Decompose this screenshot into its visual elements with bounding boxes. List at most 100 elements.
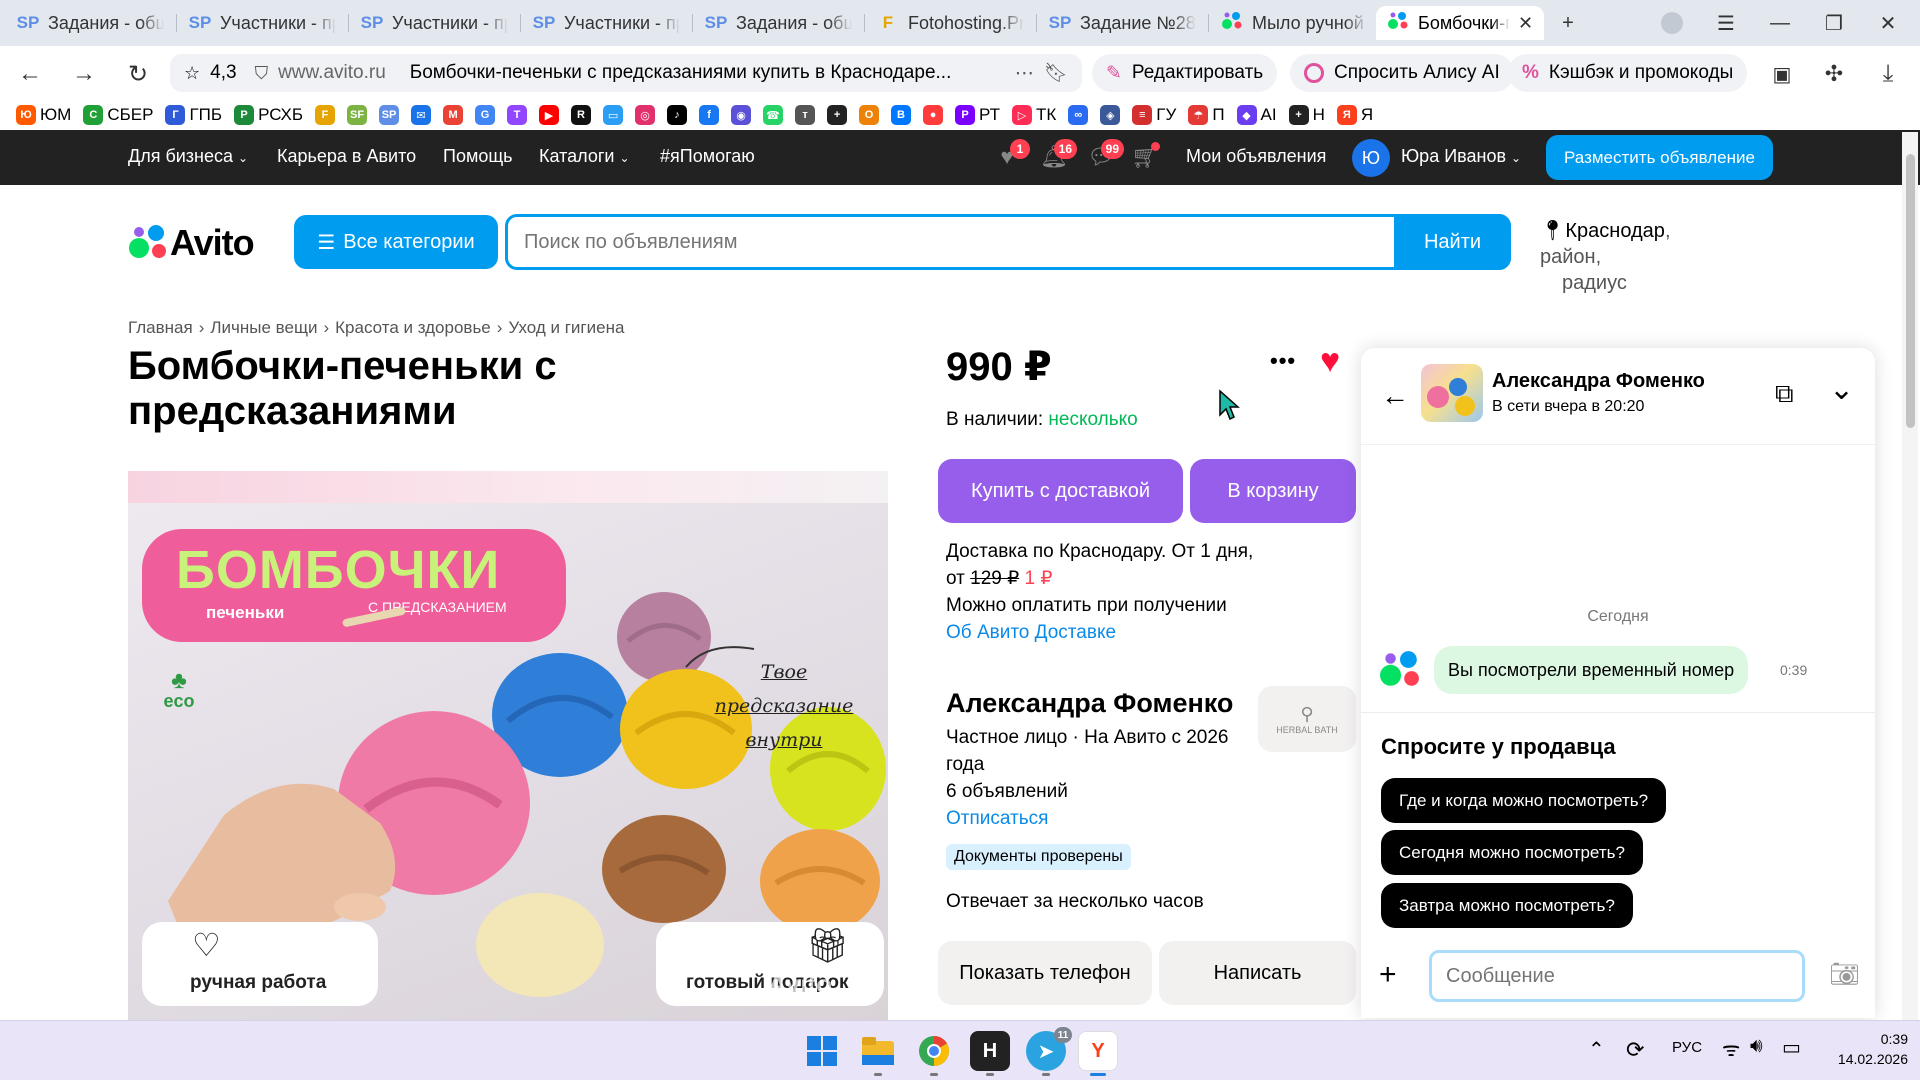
sync-icon[interactable]: ⟳ [1626, 1037, 1644, 1063]
nav-help[interactable]: Помощь [443, 146, 513, 167]
quick-question-button[interactable]: Сегодня можно посмотреть? [1381, 830, 1643, 875]
browser-tab[interactable]: SP Участники - пр [522, 6, 690, 40]
reload-icon[interactable]: ↻ [118, 54, 158, 94]
bookmark-item[interactable]: В [891, 105, 912, 125]
breadcrumb-item[interactable]: Главная [128, 318, 193, 338]
browser-tab[interactable]: F Fotohosting.Pr [866, 6, 1034, 40]
my-ads-link[interactable]: Мои объявления [1186, 146, 1326, 167]
bookmark-item[interactable]: SP [379, 105, 400, 125]
profile-icon[interactable] [1652, 6, 1692, 40]
bookmark-item[interactable]: Ю ЮМ [16, 105, 71, 125]
breadcrumb-item[interactable]: Личные вещи [210, 318, 317, 338]
open-external-icon[interactable]: ⧉ [1775, 378, 1794, 410]
quick-question-button[interactable]: Где и когда можно посмотреть? [1381, 778, 1667, 823]
bookmark-item[interactable]: f [699, 105, 720, 125]
bookmark-item[interactable]: ▶ [539, 105, 560, 125]
seller-ads-count[interactable]: 6 объявлений [946, 778, 1246, 805]
bookmark-item[interactable]: ♪ [667, 105, 688, 125]
delivery-info-link[interactable]: Об Авито Доставке [946, 619, 1306, 646]
app-h-icon[interactable]: H [970, 1031, 1010, 1071]
telegram-icon[interactable]: ➤ 11 [1026, 1027, 1072, 1071]
breadcrumb-item[interactable]: Красота и здоровье [335, 318, 491, 338]
bookmark-item[interactable]: M [443, 105, 464, 125]
nav-ihelp[interactable]: #яПомогаю [660, 146, 755, 167]
messages-icon[interactable]: 💬︎ 99 [1086, 139, 1124, 172]
bookmark-item[interactable]: ☎ [763, 105, 784, 125]
close-window-icon[interactable]: ✕ [1868, 6, 1908, 40]
wifi-icon[interactable]: ᯤ [1722, 1035, 1740, 1062]
bookmark-item[interactable]: ◉ [731, 105, 752, 125]
bookmark-item[interactable]: ☂ П [1188, 105, 1225, 125]
bookmark-item[interactable]: ◈ [1100, 105, 1121, 125]
bookmark-item[interactable]: Г ГПБ [165, 105, 222, 125]
download-icon[interactable]: ⤓ [1868, 54, 1908, 94]
chrome-browser-icon[interactable] [914, 1031, 954, 1071]
bookmark-item[interactable]: + [827, 105, 848, 125]
bookmark-item[interactable]: G [475, 105, 496, 125]
edit-button[interactable]: ✎ Редактировать [1092, 54, 1278, 92]
bookmark-icon[interactable]: 🔖︎ [1044, 61, 1068, 85]
write-button[interactable]: Написать [1159, 941, 1356, 1005]
browser-tab[interactable]: Мыло ручной р [1210, 6, 1378, 40]
scrollbar-thumb[interactable] [1906, 154, 1915, 428]
restore-icon[interactable]: ❐ [1814, 6, 1854, 40]
alice-button[interactable]: Спросить Алису AI [1290, 54, 1514, 92]
bookmark-item[interactable]: T [507, 105, 528, 125]
bookmark-item[interactable]: ∞ [1068, 105, 1089, 125]
buy-with-delivery-button[interactable]: Купить с доставкой [938, 459, 1183, 523]
search-button[interactable]: Найти [1394, 214, 1511, 270]
message-input[interactable] [1429, 950, 1805, 1002]
product-photo[interactable]: БОМБОЧКИ печеньки С ПРЕДСКАЗАНИЕМ ♣ eco … [128, 471, 888, 1020]
forward-icon[interactable]: → [64, 54, 104, 94]
location-selector[interactable]: 📍︎Краснодар, район, радиус [1540, 218, 1730, 296]
chevron-down-icon[interactable]: ⌄ [1829, 372, 1854, 407]
browser-tab-active[interactable]: Бомбочки-п ✕ [1376, 6, 1544, 40]
notifications-bell-icon[interactable]: 🔔︎ 16 [1039, 139, 1077, 172]
cart-icon[interactable]: 🛒︎ [1130, 142, 1160, 172]
user-menu[interactable]: Юра Иванов ⌄ [1401, 146, 1521, 167]
back-icon[interactable]: ← [10, 54, 50, 94]
battery-icon[interactable]: ▭ [1782, 1035, 1801, 1060]
unsubscribe-link[interactable]: Отписаться [946, 805, 1246, 832]
bookmark-item[interactable]: F [315, 105, 336, 125]
browser-tab[interactable]: SP Задания - общ [6, 6, 174, 40]
bookmark-item[interactable]: Р РСХБ [234, 105, 303, 125]
windows-start-icon[interactable] [802, 1031, 842, 1071]
bookmark-item[interactable]: ◆ AI [1236, 105, 1277, 125]
bookmark-item[interactable]: ≡ ГУ [1132, 105, 1176, 125]
language-indicator[interactable]: РУС [1672, 1039, 1702, 1056]
more-options-icon[interactable]: ••• [1270, 348, 1296, 374]
bookmark-item[interactable]: ✉ [411, 105, 432, 125]
menu-icon[interactable]: ☰ [1706, 6, 1746, 40]
nav-career[interactable]: Карьера в Авито [277, 146, 416, 167]
attach-plus-icon[interactable]: + [1379, 958, 1397, 992]
post-ad-button[interactable]: Разместить объявление [1546, 135, 1773, 180]
nav-business[interactable]: Для бизнеса ⌄ [128, 146, 248, 167]
browser-tab[interactable]: SP Участники - пр [350, 6, 518, 40]
more-icon[interactable]: ⋯ [1015, 62, 1034, 85]
bookmark-item[interactable]: ◎ [635, 105, 656, 125]
volume-icon[interactable]: 🔊︎ [1750, 1035, 1763, 1058]
favorites-heart-icon[interactable]: ♥ 1 [992, 139, 1030, 172]
browser-tab[interactable]: SP Участники - пр [178, 6, 346, 40]
bookmark-item[interactable]: ▭ [603, 105, 624, 125]
seller-logo[interactable]: ⚲ HERBAL BATH [1258, 686, 1356, 752]
cashback-button[interactable]: % Кэшбэк и промокоды [1508, 54, 1748, 92]
bookmark-item[interactable]: ● [923, 105, 944, 125]
search-input[interactable] [524, 225, 1344, 259]
file-explorer-icon[interactable] [858, 1031, 898, 1071]
bookmark-item[interactable]: + Н [1288, 105, 1325, 125]
arrow-left-icon[interactable]: ← [1381, 380, 1409, 412]
bookmark-item[interactable]: ЯЯ [1336, 105, 1373, 125]
new-tab-button[interactable]: + [1548, 6, 1588, 40]
bookmark-item[interactable]: т [795, 105, 816, 125]
address-field[interactable]: ☆ 4,3 ⛉ www.avito.ru Бомбочки-печеньки с… [170, 54, 1082, 92]
bookmark-item[interactable]: P РТ [955, 105, 1000, 125]
extensions-icon[interactable]: ✣ [1814, 54, 1854, 94]
image-icon[interactable]: ▣ [1762, 54, 1802, 94]
favorite-heart-icon[interactable]: ♥ [1320, 342, 1340, 381]
bookmark-item[interactable]: С СБЕР [83, 105, 153, 125]
browser-tab[interactable]: SP Задание №289 [1038, 6, 1206, 40]
page-scrollbar[interactable] [1902, 132, 1918, 1020]
all-categories-button[interactable]: ☰ Все категории [294, 215, 498, 269]
